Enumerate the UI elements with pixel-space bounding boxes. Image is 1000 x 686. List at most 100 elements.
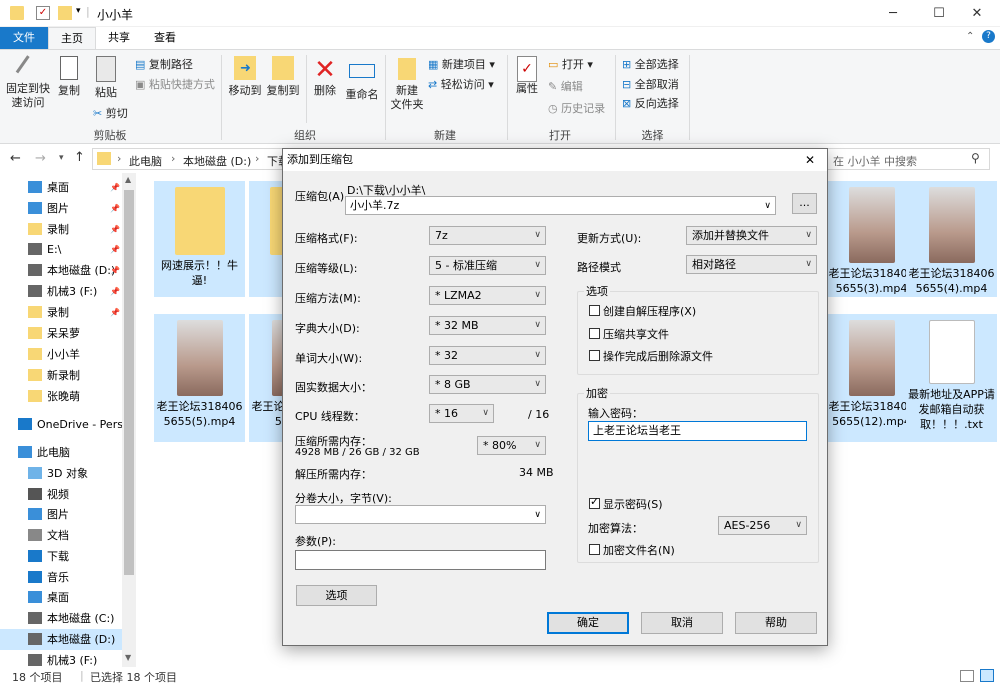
paste-shortcut-icon: ▣ bbox=[135, 78, 146, 91]
file-item[interactable]: 老王论坛3184065655(5).mp4 bbox=[154, 314, 245, 442]
breadcrumb-drive-d[interactable]: 本地磁盘 (D:) bbox=[183, 153, 251, 169]
nav-item[interactable]: 本地磁盘 (C:) bbox=[0, 608, 122, 629]
show-password-checkbox[interactable] bbox=[589, 495, 600, 509]
nav-item[interactable]: 机械3 (F:) 📌 bbox=[0, 281, 122, 302]
select-none-button[interactable]: ⊟ 全部取消 bbox=[622, 76, 679, 92]
encrypt-names-checkbox[interactable] bbox=[589, 544, 600, 555]
copy-path-button[interactable]: ▤ 复制路径 bbox=[135, 56, 193, 72]
dict-select[interactable]: * 32 MB ∨ bbox=[429, 316, 546, 335]
nav-scrollbar[interactable]: ▲ ▼ bbox=[122, 173, 136, 667]
nav-item[interactable]: 桌面 📌 bbox=[0, 177, 122, 198]
properties-icon[interactable]: ✓ bbox=[36, 6, 50, 20]
sfx-checkbox[interactable] bbox=[589, 305, 600, 316]
customize-qat-icon[interactable]: ▾ bbox=[76, 6, 81, 16]
new-folder-button[interactable]: 新建 文件夹 bbox=[390, 56, 424, 112]
cancel-button[interactable]: 取消 bbox=[641, 612, 723, 634]
cut-button[interactable]: ✂ 剪切 bbox=[93, 105, 128, 121]
nav-item[interactable]: 录制 📌 bbox=[0, 302, 122, 323]
tab-file[interactable]: 文件 bbox=[0, 27, 48, 49]
help-icon[interactable]: ? bbox=[982, 30, 995, 43]
paste-button[interactable]: 粘贴 bbox=[89, 56, 123, 100]
nav-item[interactable]: 3D 对象 bbox=[0, 463, 122, 484]
nav-item[interactable]: 桌面 bbox=[0, 587, 122, 608]
level-select[interactable]: 5 - 标准压缩 ∨ bbox=[429, 256, 546, 275]
history-button[interactable]: ◷ 历史记录 bbox=[548, 100, 605, 116]
nav-item[interactable]: 本地磁盘 (D:) 📌 bbox=[0, 260, 122, 281]
nav-item[interactable]: 此电脑 bbox=[0, 442, 122, 463]
params-input[interactable] bbox=[295, 550, 546, 570]
delete-after-checkbox[interactable] bbox=[589, 350, 600, 361]
browse-button[interactable]: ... bbox=[792, 193, 817, 214]
nav-item[interactable]: 录制 📌 bbox=[0, 219, 122, 240]
nav-item[interactable]: 新录制 bbox=[0, 365, 122, 386]
nav-item[interactable]: 文档 bbox=[0, 525, 122, 546]
options-button[interactable]: 选项 bbox=[296, 585, 377, 606]
file-item[interactable]: 网速展示！！牛逼! bbox=[154, 181, 245, 297]
nav-item[interactable]: 本地磁盘 (D:) bbox=[0, 629, 122, 650]
edit-icon: ✎ bbox=[548, 80, 558, 93]
file-item[interactable]: 老王论坛3184065655(3).mp4 bbox=[826, 181, 917, 297]
select-all-button[interactable]: ⊞ 全部选择 bbox=[622, 56, 679, 72]
easy-access-button[interactable]: ⇄ 轻松访问 ▾ bbox=[428, 76, 494, 92]
tab-share[interactable]: 共享 bbox=[98, 27, 140, 49]
dialog-title-bar[interactable]: 添加到压缩包 ✕ bbox=[283, 149, 827, 171]
breadcrumb-this-pc[interactable]: 此电脑 bbox=[129, 153, 162, 169]
recent-locations-icon[interactable]: ▾ bbox=[59, 153, 64, 163]
minimize-button[interactable]: ─ bbox=[870, 0, 916, 27]
new-folder-icon[interactable] bbox=[58, 6, 72, 20]
tab-home[interactable]: 主页 bbox=[48, 27, 96, 50]
pin-quick-access-button[interactable]: 固定到快 速访问 bbox=[5, 55, 51, 110]
dialog-close-icon[interactable]: ✕ bbox=[805, 149, 815, 171]
paste-shortcut-button[interactable]: ▣ 粘贴快捷方式 bbox=[135, 76, 215, 92]
path-select[interactable]: 相对路径 ∨ bbox=[686, 255, 817, 274]
threads-select[interactable]: * 16 ∨ bbox=[429, 404, 494, 423]
nav-item[interactable]: 音乐 bbox=[0, 567, 122, 588]
nav-scrollbar-thumb[interactable] bbox=[124, 190, 134, 575]
file-item[interactable]: 老王论坛3184065655(4).mp4 bbox=[906, 181, 997, 297]
help-button[interactable]: 帮助 bbox=[735, 612, 817, 634]
large-icons-view-icon[interactable] bbox=[980, 669, 994, 682]
word-select[interactable]: * 32 ∨ bbox=[429, 346, 546, 365]
chevron-up-icon[interactable]: ⌃ bbox=[966, 31, 974, 42]
rename-button[interactable]: 重命名 bbox=[343, 56, 381, 102]
details-view-icon[interactable] bbox=[960, 670, 974, 682]
nav-item[interactable]: 图片 bbox=[0, 504, 122, 525]
copy-to-button[interactable]: 复制到 bbox=[264, 56, 302, 98]
search-icon[interactable]: ⚲ bbox=[971, 151, 980, 165]
tab-view[interactable]: 查看 bbox=[144, 27, 186, 49]
update-select[interactable]: 添加并替换文件 ∨ bbox=[686, 226, 817, 245]
nav-item[interactable]: 呆呆萝 bbox=[0, 323, 122, 344]
file-item[interactable]: 最新地址及APP请发邮箱自动获取！！！.txt bbox=[906, 314, 997, 442]
nav-item[interactable]: E:\ 📌 bbox=[0, 239, 122, 260]
format-select[interactable]: 7z ∨ bbox=[429, 226, 546, 245]
copy-button[interactable]: 复制 bbox=[53, 56, 85, 98]
nav-item[interactable]: 图片 📌 bbox=[0, 198, 122, 219]
solid-select[interactable]: * 8 GB ∨ bbox=[429, 375, 546, 394]
properties-button[interactable]: ✓ 属性 bbox=[511, 56, 543, 96]
memory-percent-select[interactable]: * 80% ∨ bbox=[477, 436, 546, 455]
move-to-button[interactable]: ➜ 移动到 bbox=[226, 56, 264, 98]
up-icon[interactable]: ↑ bbox=[74, 150, 85, 165]
shared-files-checkbox[interactable] bbox=[589, 328, 600, 339]
archive-name-combo[interactable]: 小小羊.7z ∨ bbox=[345, 196, 776, 215]
new-item-button[interactable]: ▦ 新建项目 ▾ bbox=[428, 56, 495, 72]
close-button[interactable]: ✕ bbox=[954, 0, 1000, 27]
nav-item[interactable]: OneDrive - Perso bbox=[0, 414, 122, 435]
edit-button[interactable]: ✎ 编辑 bbox=[548, 78, 583, 94]
open-button[interactable]: ▭ 打开 ▾ bbox=[548, 56, 593, 72]
method-select[interactable]: * LZMA2 ∨ bbox=[429, 286, 546, 305]
delete-button[interactable]: ✕ 删除 bbox=[310, 56, 340, 98]
ribbon-separator bbox=[689, 55, 690, 140]
split-combo[interactable]: ∨ bbox=[295, 505, 546, 524]
encryption-method-select[interactable]: AES-256 ∨ bbox=[718, 516, 807, 535]
forward-icon[interactable]: → bbox=[35, 151, 46, 166]
ok-button[interactable]: 确定 bbox=[547, 612, 629, 634]
file-item[interactable]: 老王论坛3184065655(12).mp4 bbox=[826, 314, 917, 442]
invert-selection-button[interactable]: ⊠ 反向选择 bbox=[622, 95, 679, 111]
nav-item[interactable]: 下载 bbox=[0, 546, 122, 567]
nav-item[interactable]: 张晚萌 bbox=[0, 386, 122, 407]
back-icon[interactable]: ← bbox=[10, 151, 21, 166]
password-input[interactable]: 上老王论坛当老王 bbox=[588, 421, 807, 441]
nav-item[interactable]: 视频 bbox=[0, 484, 122, 505]
nav-item[interactable]: 小小羊 bbox=[0, 344, 122, 365]
